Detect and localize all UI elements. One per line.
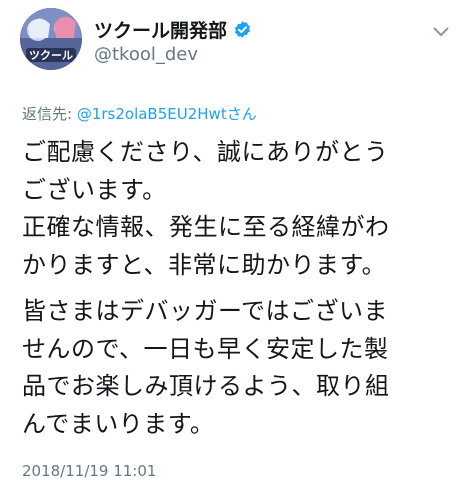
tweet-line: せんので、一日も早く安定した製 [22,334,389,363]
tweet-menu-button[interactable] [431,22,451,42]
avatar-logo-text: ツクール [29,49,73,62]
tweet-text: ご配慮くださり、誠にありがとう ございます。 正確な情報、発生に至る経緯がわ か… [22,134,452,443]
tweet-paragraph: 皆さまはデバッガーではございま せんので、一日も早く安定した製 品でお楽しみ頂け… [22,293,452,443]
tweet-line: ございます。 [22,175,167,204]
author-display-name[interactable]: ツクール開発部 [94,16,227,43]
chevron-down-icon [433,27,449,36]
author-handle[interactable]: @tkool_dev [94,44,198,65]
author-name-row: ツクール開発部 [94,16,252,42]
tweet-line: 品でお楽しみ頂けるよう、取り組 [22,372,390,400]
reply-prefix: 返信先: [22,105,77,123]
reply-target-link[interactable]: @1rs2olaB5EU2Hwtさん [77,105,257,123]
avatar-illustration: ツクール [20,8,82,70]
tweet-line: 正確な情報、発生に至る経緯がわ [22,213,390,241]
tweet-line: んでまいります。 [22,409,215,438]
tweet-paragraph: ご配慮くださり、誠にありがとう ございます。 正確な情報、発生に至る経緯がわ か… [22,134,452,284]
tweet-timestamp[interactable]: 2018/11/19 11:01 [22,462,156,480]
tweet-line: かりますと、非常に助かります。 [22,250,387,279]
tweet-line: ご配慮くださり、誠にありがとう [22,138,389,166]
tweet: ツクール ツクール開発部 @tkool_dev 返信先: @1rs2olaB5E… [0,0,469,500]
verified-badge-icon [233,20,252,39]
reply-context: 返信先: @1rs2olaB5EU2Hwtさん [22,103,257,124]
tweet-line: 皆さまはデバッガーではございま [22,297,389,325]
avatar[interactable]: ツクール [20,8,82,70]
